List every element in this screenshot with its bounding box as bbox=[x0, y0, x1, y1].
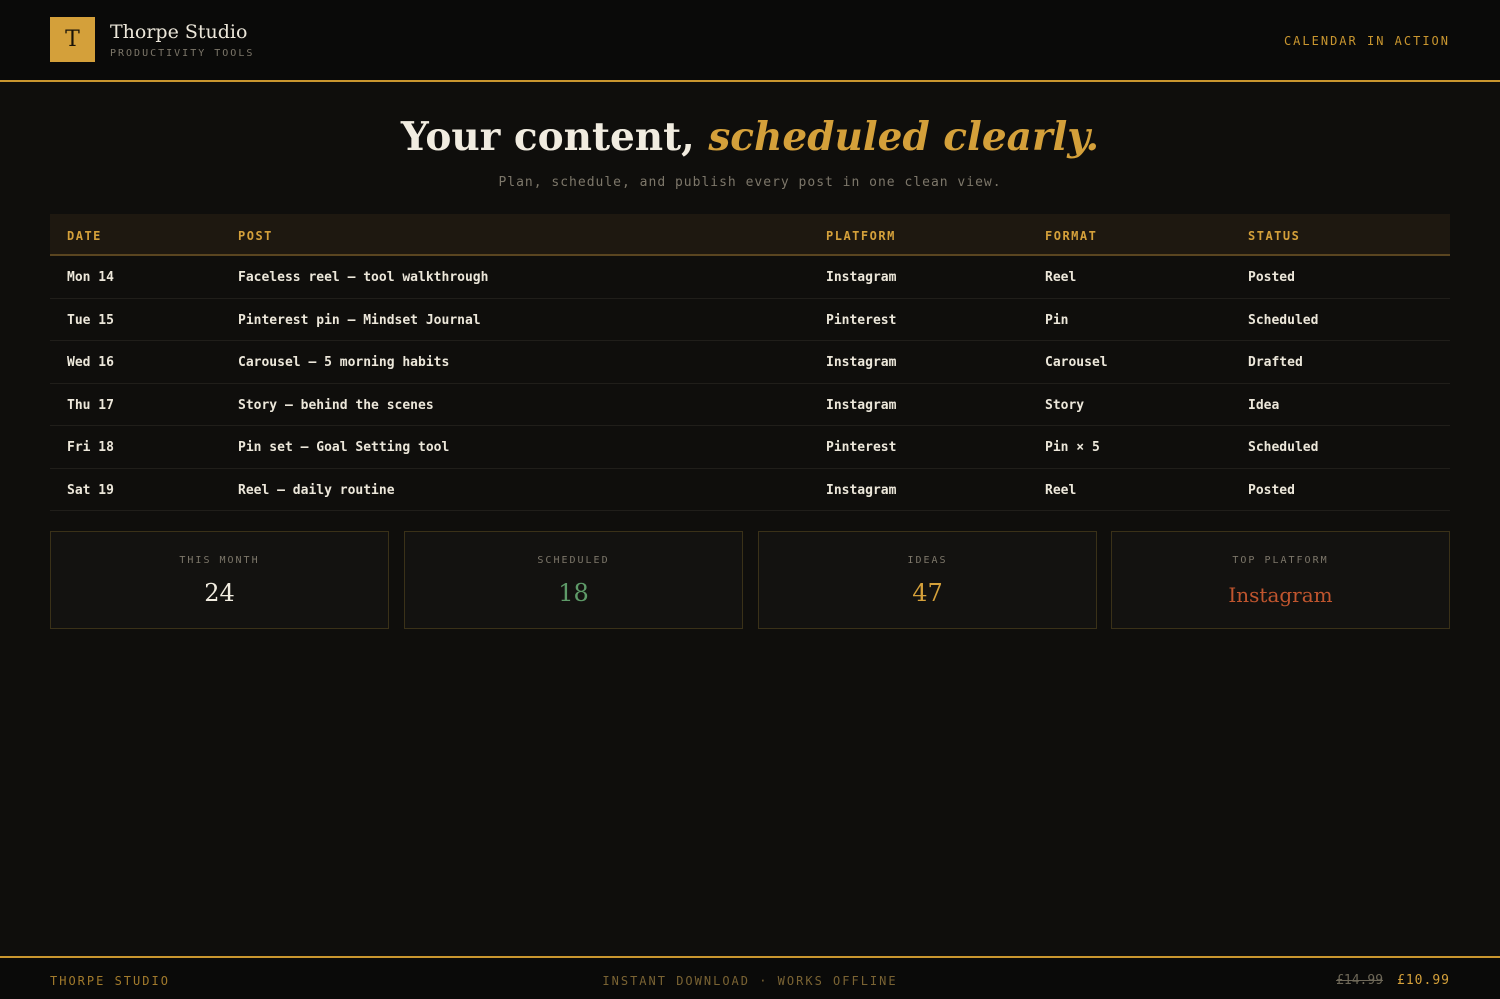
column-header-platform: PLATFORM bbox=[826, 229, 896, 243]
column-header-date: DATE bbox=[67, 229, 102, 243]
footer-features: INSTANT DOWNLOAD · WORKS OFFLINE bbox=[602, 974, 898, 988]
price-current[interactable]: £10.99 bbox=[1397, 973, 1450, 988]
table-row[interactable]: Fri 18 Pin set — Goal Setting tool Pinte… bbox=[50, 426, 1450, 469]
cell-status: Posted bbox=[1248, 482, 1295, 498]
cell-date: Thu 17 bbox=[67, 397, 114, 413]
cell-platform: Pinterest bbox=[826, 440, 897, 455]
cell-platform: Instagram bbox=[826, 397, 897, 413]
table-row[interactable]: Sat 19 Reel — daily routine Instagram Re… bbox=[50, 469, 1450, 511]
cell-post: Carousel — 5 morning habits bbox=[238, 355, 450, 370]
stat-card-ideas: IDEAS 47 bbox=[758, 531, 1097, 629]
schedule-table: DATE POST PLATFORM FORMAT STATUS Mon 14 … bbox=[50, 214, 1450, 511]
stat-label: THIS MONTH bbox=[179, 555, 260, 566]
header: T Thorpe Studio PRODUCTIVITY TOOLS CALEN… bbox=[0, 0, 1500, 82]
cell-date: Tue 15 bbox=[67, 312, 114, 328]
cell-platform: Instagram bbox=[826, 482, 897, 498]
column-header-format: FORMAT bbox=[1045, 229, 1098, 243]
cell-format: Carousel bbox=[1045, 355, 1108, 370]
stat-value: 24 bbox=[204, 579, 235, 607]
table-row[interactable]: Tue 15 Pinterest pin — Mindset Journal P… bbox=[50, 299, 1450, 341]
cell-platform: Instagram bbox=[826, 270, 897, 285]
logo[interactable]: T bbox=[50, 17, 95, 62]
cell-status: Scheduled bbox=[1248, 312, 1319, 328]
stat-value: Instagram bbox=[1228, 583, 1333, 607]
hero-title-accent: scheduled clearly. bbox=[708, 114, 1100, 160]
stat-label: SCHEDULED bbox=[537, 555, 610, 566]
hero-title-main: Your content, bbox=[400, 114, 709, 160]
cell-post: Pin set — Goal Setting tool bbox=[238, 440, 450, 455]
table-row[interactable]: Thu 17 Story — behind the scenes Instagr… bbox=[50, 384, 1450, 426]
column-header-status: STATUS bbox=[1248, 229, 1301, 243]
footer: THORPE STUDIO INSTANT DOWNLOAD · WORKS O… bbox=[0, 956, 1500, 999]
brand-tagline: PRODUCTIVITY TOOLS bbox=[110, 48, 255, 59]
cell-status: Scheduled bbox=[1248, 440, 1319, 455]
stat-card-top-platform: TOP PLATFORM Instagram bbox=[1111, 531, 1450, 629]
cell-status: Idea bbox=[1248, 397, 1280, 413]
cell-status: Drafted bbox=[1248, 355, 1303, 370]
cell-date: Sat 19 bbox=[67, 482, 114, 498]
stat-value: 18 bbox=[558, 579, 589, 607]
cell-format: Pin × 5 bbox=[1045, 440, 1100, 455]
brand-name[interactable]: Thorpe Studio bbox=[110, 21, 247, 43]
footer-price: £14.99 £10.99 bbox=[1336, 973, 1450, 988]
cell-post: Story — behind the scenes bbox=[238, 397, 434, 413]
cell-post: Pinterest pin — Mindset Journal bbox=[238, 312, 481, 328]
cell-format: Reel bbox=[1045, 270, 1077, 285]
cell-platform: Pinterest bbox=[826, 312, 897, 328]
cell-status: Posted bbox=[1248, 270, 1295, 285]
column-header-post: POST bbox=[238, 229, 273, 243]
hero-title: Your content, scheduled clearly. bbox=[0, 114, 1500, 160]
calendar-in-action-link[interactable]: CALENDAR IN ACTION bbox=[1284, 34, 1450, 48]
cell-date: Wed 16 bbox=[67, 355, 114, 370]
stat-card-scheduled: SCHEDULED 18 bbox=[404, 531, 743, 629]
cell-post: Faceless reel — tool walkthrough bbox=[238, 270, 489, 285]
stat-value: 47 bbox=[912, 579, 943, 607]
cell-post: Reel — daily routine bbox=[238, 482, 395, 498]
cell-format: Story bbox=[1045, 397, 1085, 413]
cell-date: Mon 14 bbox=[67, 270, 114, 285]
table-row[interactable]: Mon 14 Faceless reel — tool walkthrough … bbox=[50, 256, 1450, 299]
stat-card-this-month: THIS MONTH 24 bbox=[50, 531, 389, 629]
cell-format: Pin bbox=[1045, 312, 1069, 328]
cell-platform: Instagram bbox=[826, 355, 897, 370]
stat-label: IDEAS bbox=[907, 555, 948, 566]
hero-subtitle: Plan, schedule, and publish every post i… bbox=[498, 175, 1002, 190]
table-row[interactable]: Wed 16 Carousel — 5 morning habits Insta… bbox=[50, 341, 1450, 384]
stat-label: TOP PLATFORM bbox=[1232, 555, 1329, 566]
cell-format: Reel bbox=[1045, 482, 1077, 498]
table-header: DATE POST PLATFORM FORMAT STATUS bbox=[50, 214, 1450, 256]
cell-date: Fri 18 bbox=[67, 440, 114, 455]
price-original: £14.99 bbox=[1336, 973, 1384, 988]
